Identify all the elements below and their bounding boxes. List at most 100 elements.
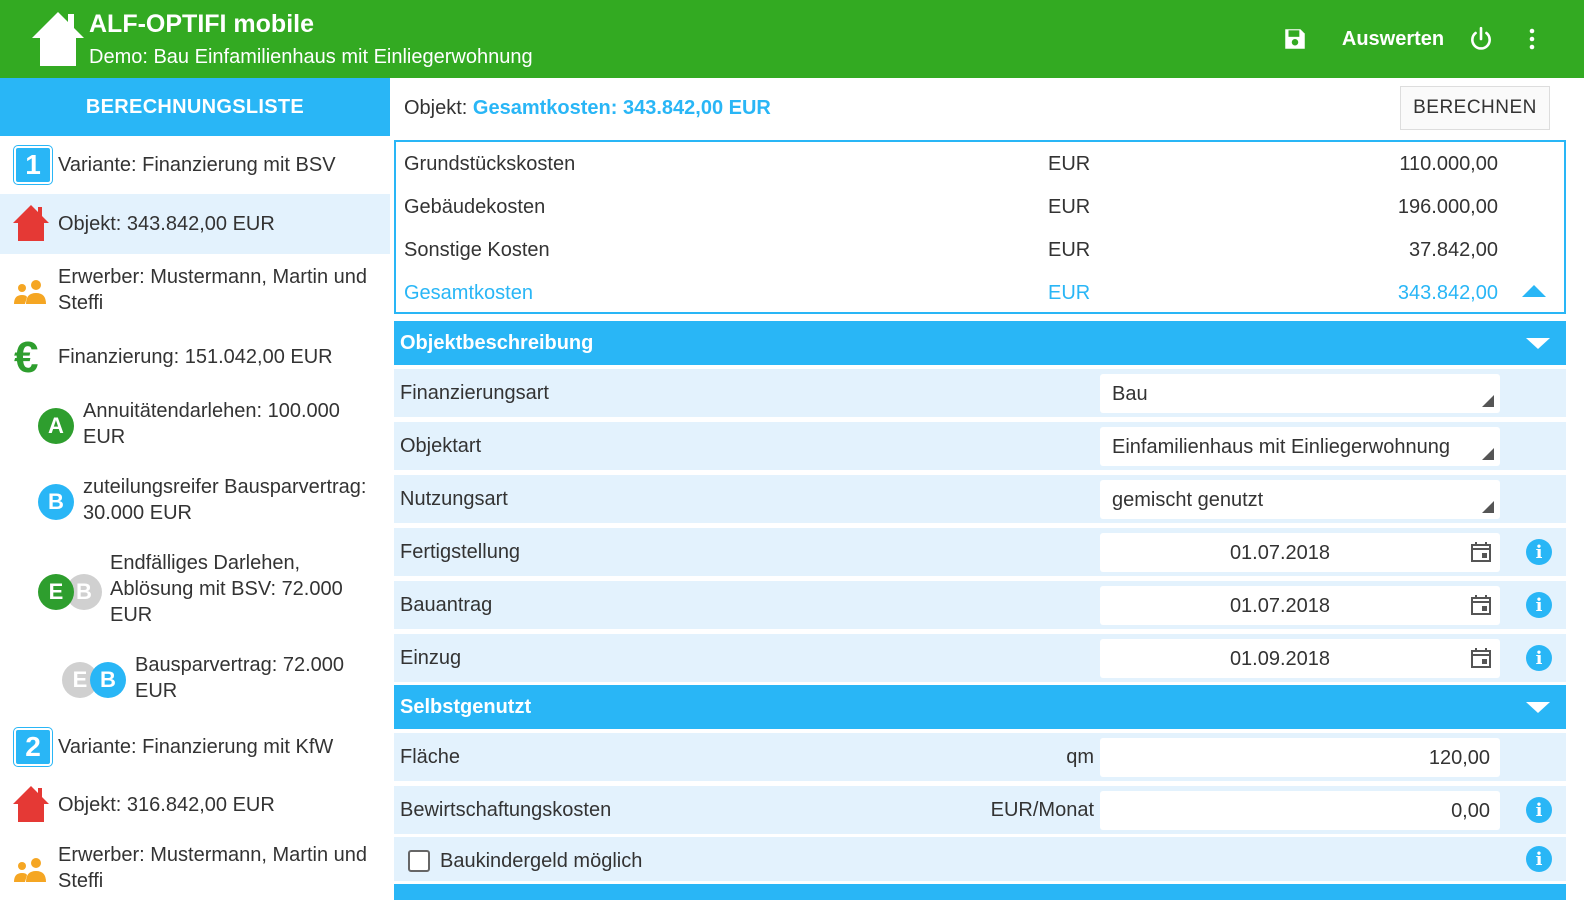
home-logo-icon: [32, 12, 84, 66]
dropdown-corner-icon: [1482, 501, 1494, 513]
object-header-total: Gesamtkosten: 343.842,00 EUR: [472, 97, 771, 119]
select-value: gemischt genutzt: [1112, 489, 1264, 511]
sidebar-item-object-2[interactable]: Objekt: 316.842,00 EUR: [0, 776, 390, 834]
number-badge-icon: 1: [14, 146, 52, 184]
field-row-nutzungsart: Nutzungsart gemischt genutzt: [394, 475, 1566, 523]
sidebar-item-label: Variante: Finanzierung mit BSV: [58, 154, 336, 176]
baukindergeld-checkbox[interactable]: [408, 850, 430, 872]
save-icon: [1285, 29, 1305, 49]
info-icon[interactable]: i: [1526, 846, 1552, 872]
field-label: Fläche: [400, 746, 461, 768]
sidebar-item-loan-e[interactable]: E B Endfälliges Darlehen, Ablösung mit B…: [0, 540, 390, 642]
flaeche-input[interactable]: 120,00: [1100, 738, 1500, 777]
bauantrag-date-input[interactable]: 01.07.2018: [1100, 586, 1500, 625]
field-unit: qm: [1066, 746, 1094, 768]
section-title: Selbstgenutzt: [400, 696, 532, 718]
sidebar-item-object-1[interactable]: Objekt: 343.842,00 EUR: [0, 194, 390, 254]
sidebar-item-label: Erwerber: Mustermann, Martin und Steffi: [58, 844, 368, 892]
field-label: Einzug: [400, 647, 462, 669]
sidebar-item-label: Objekt: 343.842,00 EUR: [58, 213, 275, 235]
cost-name: Sonstige Kosten: [404, 239, 550, 261]
object-header-prefix: Objekt:: [404, 97, 468, 119]
sidebar-item-label: Endfälliges Darlehen, Ablösung mit BSV: …: [110, 552, 343, 626]
dropdown-corner-icon: [1482, 395, 1494, 407]
sidebar-item-label: Finanzierung: 151.042,00 EUR: [58, 346, 333, 368]
section-header-objektbeschreibung[interactable]: Objektbeschreibung: [394, 321, 1566, 365]
people-icon: [12, 278, 50, 306]
objektart-select[interactable]: Einfamilienhaus mit Einliegerwohnung: [1100, 427, 1500, 466]
calendar-icon[interactable]: [1470, 647, 1492, 669]
bewirtschaftungskosten-input[interactable]: 0,00: [1100, 791, 1500, 830]
select-value: Bau: [1112, 383, 1148, 405]
date-value: 01.09.2018: [1229, 648, 1331, 670]
field-row-fertigstellung: Fertigstellung 01.07.2018 i: [394, 528, 1566, 576]
field-unit: EUR/Monat: [990, 799, 1094, 821]
sidebar-item-label: Erwerber: Mustermann, Martin und Steffi: [58, 266, 368, 314]
field-label: Fertigstellung: [400, 541, 521, 563]
sidebar-item-financing-1[interactable]: € Finanzierung: 151.042,00 EUR: [0, 328, 390, 388]
sidebar-header: BERECHNUNGSLISTE: [0, 78, 390, 136]
app-title: ALF-OPTIFI mobile: [89, 10, 314, 38]
field-label: Nutzungsart: [400, 488, 508, 510]
cost-unit: EUR: [1048, 239, 1091, 261]
app-bar: ALF-OPTIFI mobile Demo: Bau Einfamilienh…: [0, 0, 1584, 78]
auswerten-button[interactable]: Auswerten: [1328, 20, 1458, 58]
cost-row-total: Gesamtkosten EUR 343.842,00: [396, 271, 1564, 314]
cost-name: Gebäudekosten: [404, 196, 546, 218]
info-icon[interactable]: i: [1526, 592, 1552, 618]
field-row-baukindergeld: Baukindergeld möglich i: [394, 837, 1566, 881]
section-title: Objektbeschreibung: [400, 332, 594, 354]
sidebar-item-label: Objekt: 316.842,00 EUR: [58, 794, 275, 816]
save-button[interactable]: [1278, 20, 1312, 58]
cost-value: 37.842,00: [1409, 239, 1498, 261]
calendar-icon[interactable]: [1470, 541, 1492, 563]
einzug-date-input[interactable]: 01.09.2018: [1100, 639, 1500, 678]
field-row-bewirtschaftungskosten: Bewirtschaftungskosten EUR/Monat 0,00 i: [394, 786, 1566, 834]
info-icon[interactable]: i: [1526, 797, 1552, 823]
info-icon[interactable]: i: [1526, 539, 1552, 565]
cost-name: Grundstückskosten: [404, 153, 576, 175]
chevron-down-icon: [1526, 338, 1550, 349]
nutzungsart-select[interactable]: gemischt genutzt: [1100, 480, 1500, 519]
cost-unit: EUR: [1048, 196, 1091, 218]
calendar-icon[interactable]: [1470, 594, 1492, 616]
power-button[interactable]: [1464, 20, 1498, 58]
sidebar-item-label: zuteilungsreifer Bausparvertrag: 30.000 …: [83, 476, 367, 524]
next-section-header[interactable]: [394, 884, 1566, 900]
finanzierungsart-select[interactable]: Bau: [1100, 374, 1500, 413]
field-label: Bewirtschaftungskosten: [400, 799, 612, 821]
circle-e-b-icon: E B: [38, 574, 102, 610]
app-subtitle: Demo: Bau Einfamilienhaus mit Einliegerw…: [89, 46, 533, 68]
date-value: 01.07.2018: [1229, 595, 1331, 617]
sidebar-item-label: Annuitätendarlehen: 100.000 EUR: [83, 400, 340, 448]
cost-value: 110.000,00: [1399, 153, 1498, 175]
circle-a-icon: A: [38, 408, 74, 444]
input-value: 120,00: [1428, 747, 1490, 769]
sidebar-item-savings-e[interactable]: E B Bausparvertrag: 72.000 EUR: [0, 642, 390, 718]
sidebar-item-savings-b[interactable]: B zuteilungsreifer Bausparvertrag: 30.00…: [0, 464, 390, 540]
field-row-finanzierungsart: Finanzierungsart Bau: [394, 369, 1566, 417]
sidebar-item-label: Bausparvertrag: 72.000 EUR: [135, 654, 345, 702]
chevron-down-icon: [1526, 702, 1550, 713]
circle-e-b-icon: E B: [62, 662, 126, 698]
field-row-bauantrag: Bauantrag 01.07.2018 i: [394, 581, 1566, 629]
calculation-list-sidebar: BERECHNUNGSLISTE 1 Variante: Finanzierun…: [0, 78, 390, 900]
chevron-up-icon[interactable]: [1522, 285, 1546, 297]
field-row-einzug: Einzug 01.09.2018 i: [394, 634, 1566, 682]
info-icon[interactable]: i: [1526, 645, 1552, 671]
field-label: Finanzierungsart: [400, 382, 549, 404]
sidebar-item-buyer-1[interactable]: Erwerber: Mustermann, Martin und Steffi: [0, 254, 390, 328]
cost-row: Sonstige Kosten EUR 37.842,00: [396, 228, 1564, 271]
sidebar-item-loan-a[interactable]: A Annuitätendarlehen: 100.000 EUR: [0, 388, 390, 464]
field-row-objektart: Objektart Einfamilienhaus mit Einliegerw…: [394, 422, 1566, 470]
sidebar-item-variant-1[interactable]: 1 Variante: Finanzierung mit BSV: [0, 136, 390, 194]
dropdown-corner-icon: [1482, 448, 1494, 460]
calculate-button[interactable]: BERECHNEN: [1400, 86, 1550, 130]
cost-summary: Grundstückskosten EUR 110.000,00 Gebäude…: [394, 140, 1566, 314]
more-menu-button[interactable]: [1518, 20, 1546, 58]
sidebar-item-variant-2[interactable]: 2 Variante: Finanzierung mit KfW: [0, 718, 390, 776]
fertigstellung-date-input[interactable]: 01.07.2018: [1100, 533, 1500, 572]
section-header-selbstgenutzt[interactable]: Selbstgenutzt: [394, 685, 1566, 729]
cost-unit: EUR: [1048, 153, 1091, 175]
sidebar-item-buyer-2[interactable]: Erwerber: Mustermann, Martin und Steffi: [0, 834, 390, 900]
